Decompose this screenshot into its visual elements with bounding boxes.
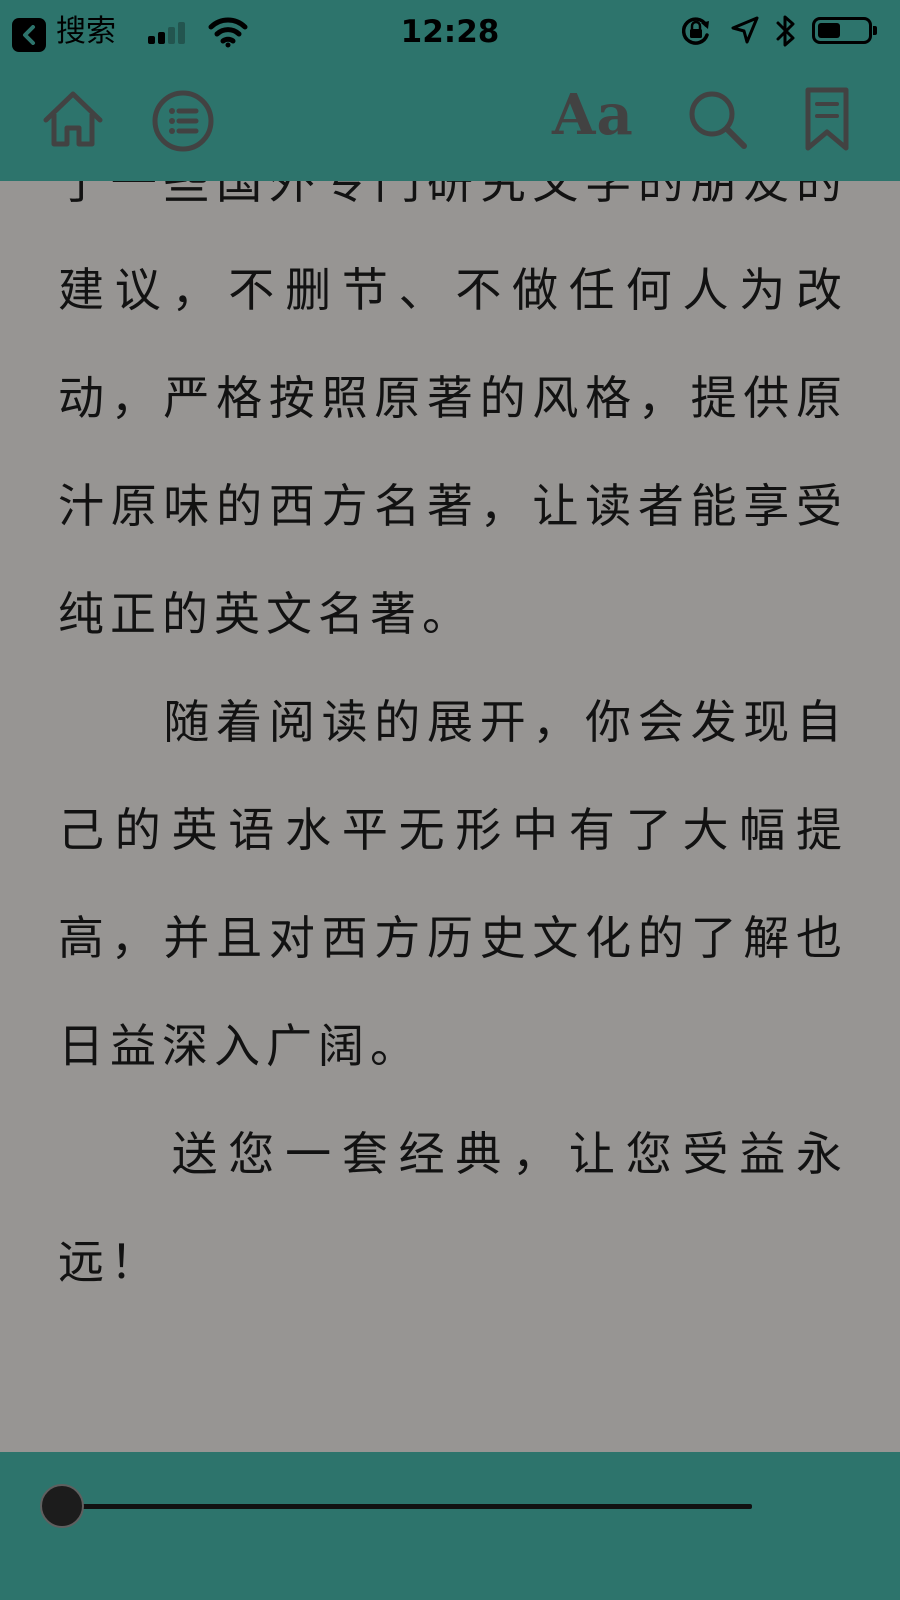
home-button[interactable] [40, 86, 106, 152]
home-icon [43, 91, 103, 147]
slider-track[interactable] [62, 1504, 752, 1509]
font-settings-button[interactable]: Aa [552, 80, 634, 150]
reading-progress-slider[interactable] [40, 1484, 752, 1532]
status-bar: 搜索 12:28 [0, 0, 900, 62]
battery-icon [812, 17, 877, 44]
bookmark-button[interactable] [798, 84, 858, 154]
paragraph: 送您一套经典，让您受益永远！ [58, 1127, 848, 1289]
cellular-signal-icon [148, 22, 192, 44]
rotation-lock-icon [681, 17, 709, 45]
battery-level [818, 23, 840, 38]
list-icon [152, 90, 214, 152]
wifi-icon [208, 17, 248, 48]
table-of-contents-button[interactable] [150, 88, 216, 154]
slider-handle[interactable] [40, 1484, 84, 1528]
back-app-label[interactable]: 搜索 [56, 13, 116, 51]
bottom-bar [0, 1452, 900, 1600]
reading-content[interactable]: 了一些国外专门研究文学的朋友的建议，不删节、不做任何人为改动，严格按照原著的风格… [58, 128, 848, 1448]
paragraph: 随着阅读的展开，你会发现自己的英语水平无形中有了大幅提高，并且对西方历史文化的了… [58, 695, 848, 1073]
chevron-left-icon [23, 25, 35, 45]
reader-toolbar: Aa [0, 62, 900, 181]
back-to-app-button[interactable] [12, 18, 46, 52]
paragraph: 了一些国外专门研究文学的朋友的建议，不删节、不做任何人为改动，严格按照原著的风格… [58, 155, 848, 641]
bluetooth-icon [776, 15, 795, 47]
status-time: 12:28 [400, 14, 500, 50]
location-arrow-icon [731, 16, 759, 44]
top-bar: 搜索 12:28 Aa [0, 0, 900, 181]
bookmark-icon [805, 87, 849, 151]
search-icon [689, 91, 747, 149]
search-button[interactable] [684, 86, 750, 152]
